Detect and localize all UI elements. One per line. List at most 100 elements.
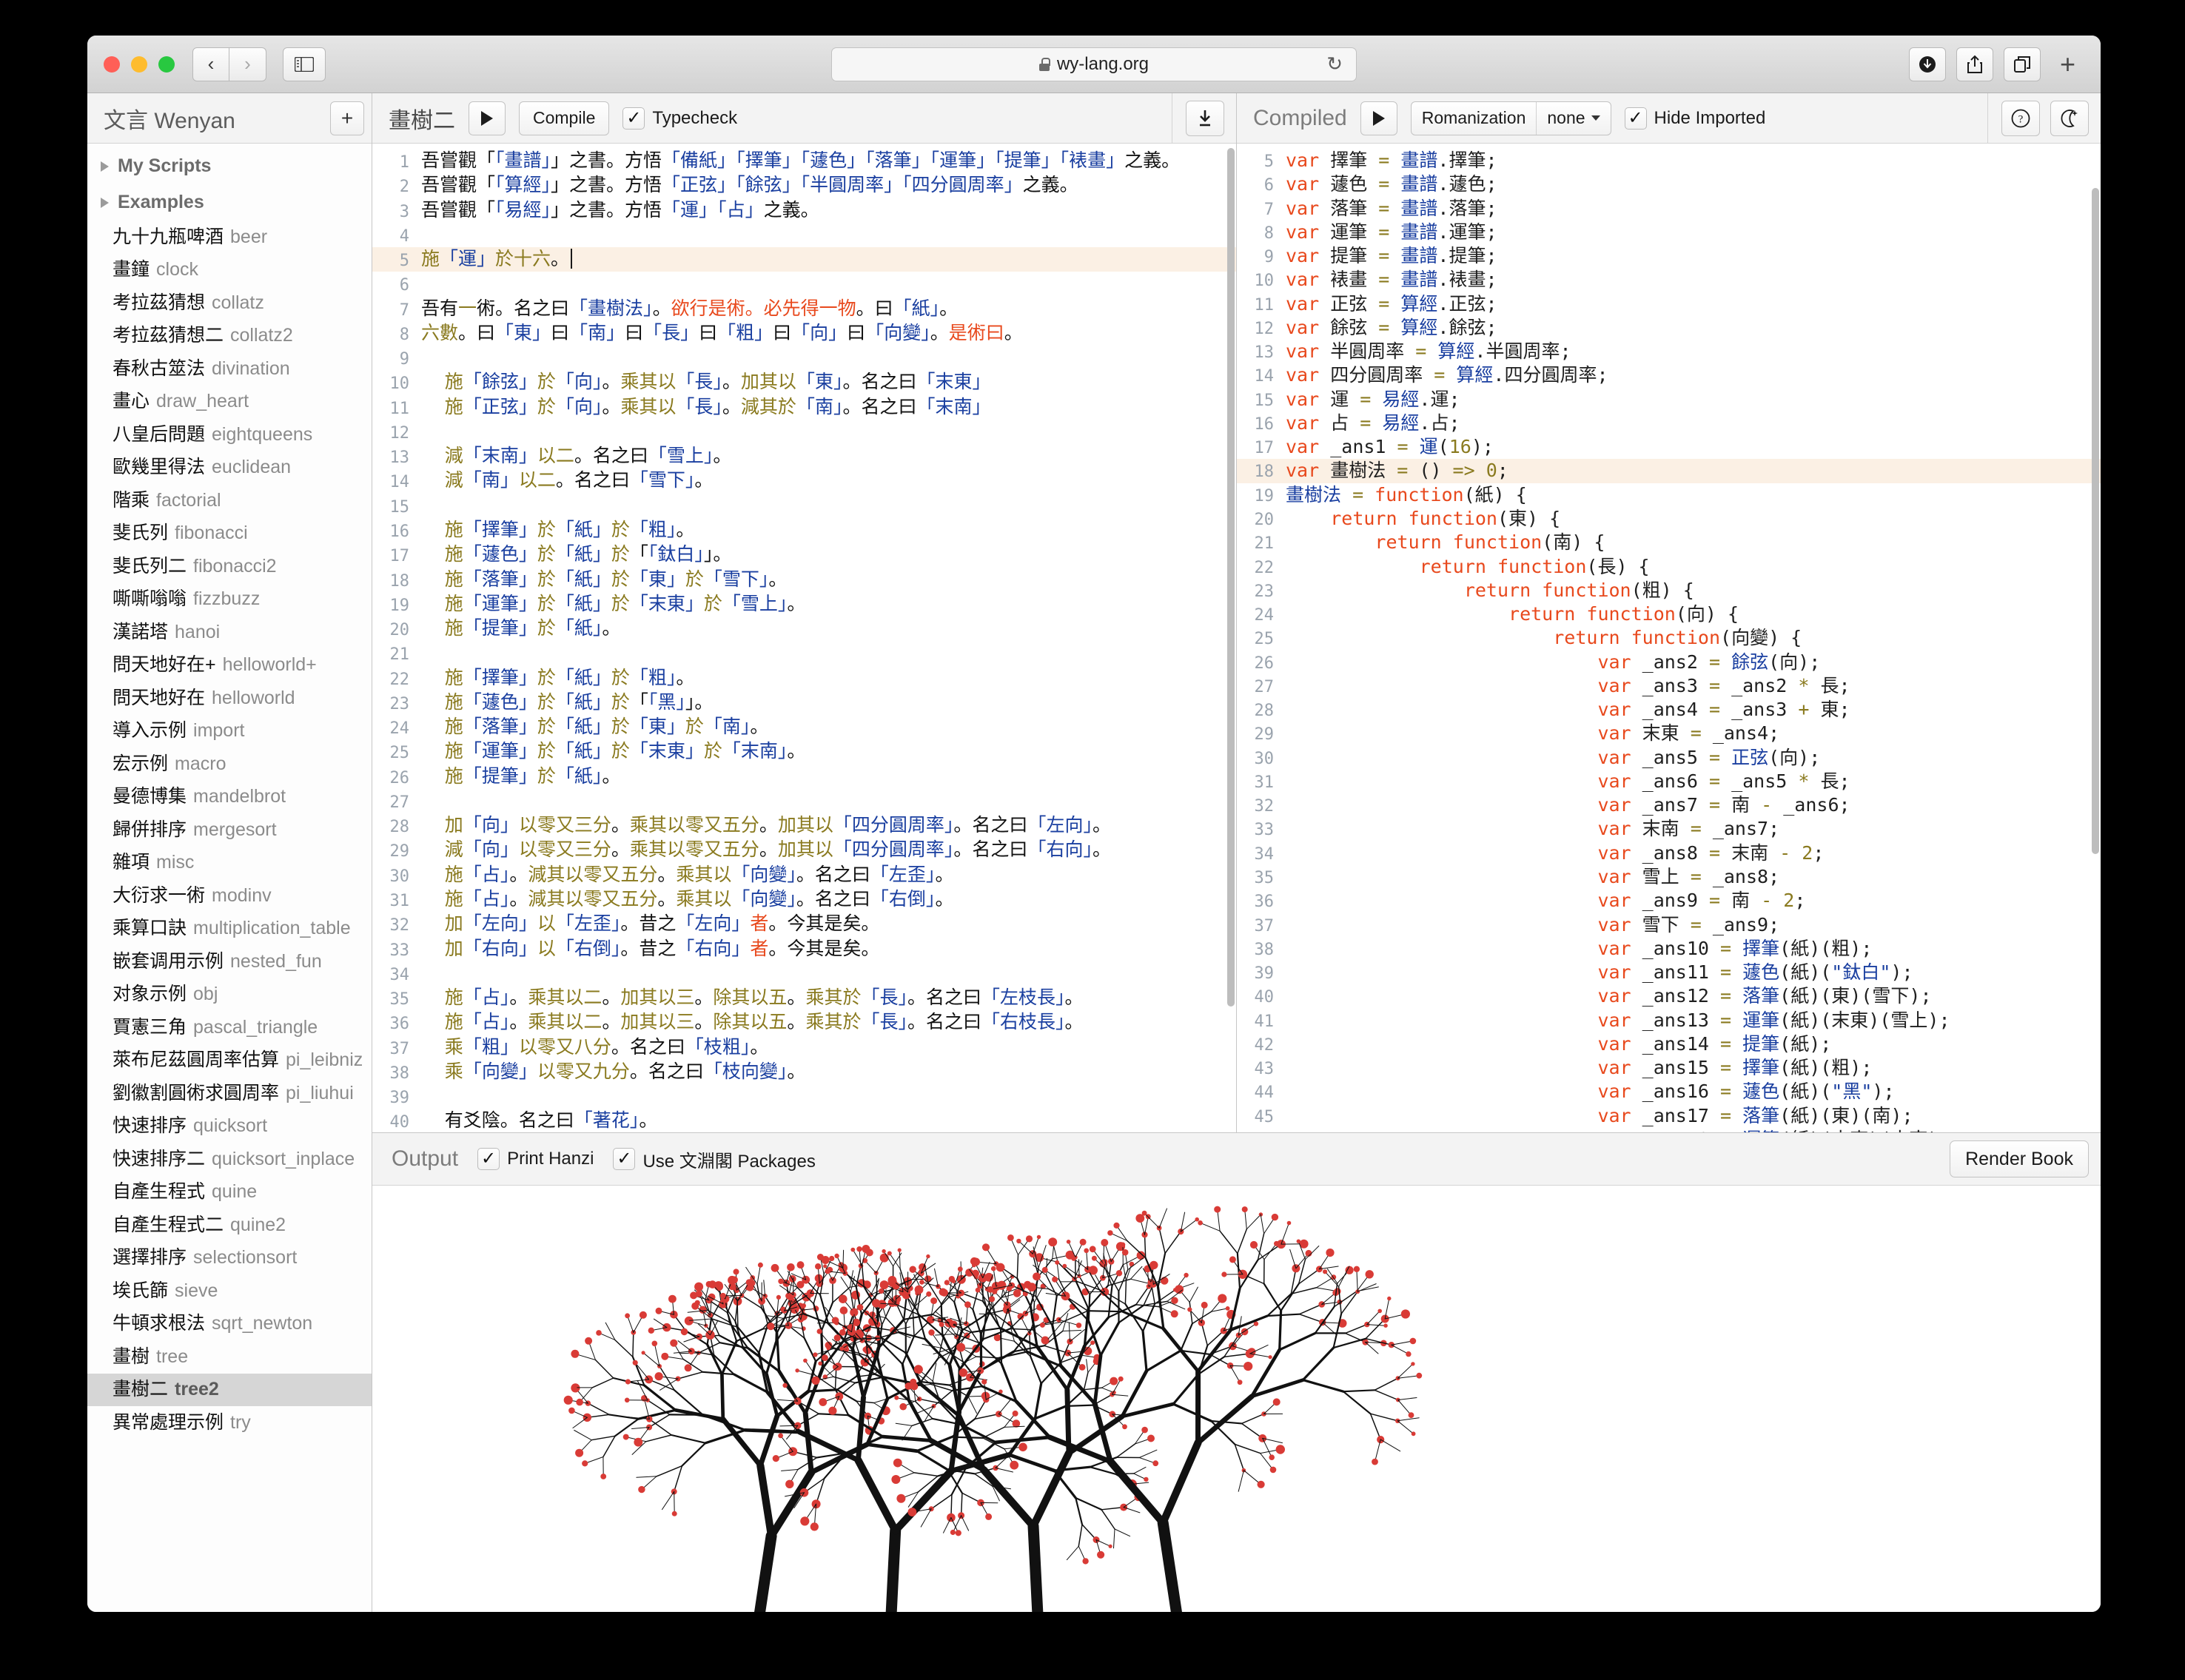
- run-editor-button[interactable]: [469, 101, 506, 135]
- code-line[interactable]: 11 施「正弦」於「向」。乘其以「長」。減其於「南」。名之曰「末南」: [372, 395, 1236, 420]
- code-line[interactable]: 5 var 擇筆 = 畫譜.擇筆;: [1237, 149, 2101, 172]
- sidebar-item-clock[interactable]: 畫鐘 clock: [87, 254, 372, 287]
- print-hanzi-checkbox[interactable]: ✓: [477, 1148, 500, 1170]
- code-line[interactable]: 27 var _ans3 = _ans2 * 長;: [1237, 674, 2101, 698]
- code-line[interactable]: 9: [372, 346, 1236, 370]
- sidebar-item-draw-heart[interactable]: 畫心 draw_heart: [87, 386, 372, 419]
- code-line[interactable]: 18 施「落筆」於「紙」於「東」於「雪下」。: [372, 568, 1236, 592]
- help-icon[interactable]: ?: [2001, 100, 2040, 136]
- code-line[interactable]: 9 var 提筆 = 畫譜.提筆;: [1237, 244, 2101, 268]
- close-window-button[interactable]: [104, 56, 120, 73]
- code-line[interactable]: 42 var _ans14 = 提筆(紙);: [1237, 1032, 2101, 1056]
- run-compiled-button[interactable]: [1360, 101, 1397, 135]
- compiled-scrollbar[interactable]: [2092, 144, 2099, 1132]
- render-book-button[interactable]: Render Book: [1950, 1140, 2089, 1177]
- code-line[interactable]: 20 return function(東) {: [1237, 507, 2101, 531]
- sidebar-item-sieve[interactable]: 埃氏篩 sieve: [87, 1274, 372, 1308]
- sidebar-item-nested-fun[interactable]: 嵌套调用示例 nested_fun: [87, 945, 372, 978]
- typecheck-checkbox[interactable]: ✓: [622, 107, 645, 130]
- code-line[interactable]: 30 var _ans5 = 正弦(向);: [1237, 746, 2101, 770]
- code-line[interactable]: 35 var 雪上 = _ans8;: [1237, 865, 2101, 889]
- back-button[interactable]: ‹: [192, 47, 229, 81]
- code-line[interactable]: 36 施「占」。乘其以二。加其以三。除其以五。乘其於「長」。名之曰「右枝長」。: [372, 1010, 1236, 1035]
- code-line[interactable]: 43 var _ans15 = 擇筆(紙)(粗);: [1237, 1056, 2101, 1080]
- download-icon[interactable]: [1186, 100, 1224, 136]
- sidebar-item-eightqueens[interactable]: 八皇后問題 eightqueens: [87, 418, 372, 451]
- sidebar-group-examples[interactable]: Examples: [87, 184, 372, 221]
- sidebar-item-tree2[interactable]: 畫樹二 tree2: [87, 1373, 372, 1406]
- code-line[interactable]: 39 var _ans11 = 蘧色(紙)("鈦白");: [1237, 961, 2101, 984]
- code-line[interactable]: 7 var 落筆 = 畫譜.落筆;: [1237, 197, 2101, 221]
- code-line[interactable]: 13 var 半圓周率 = 算經.半圓周率;: [1237, 340, 2101, 363]
- code-line[interactable]: 40 var _ans12 = 落筆(紙)(東)(雪下);: [1237, 984, 2101, 1008]
- code-line[interactable]: 37 乘「粗」以零又八分。名之曰「枝粗」。: [372, 1035, 1236, 1060]
- forward-button[interactable]: ›: [229, 47, 266, 81]
- code-line[interactable]: 38 var _ans10 = 擇筆(紙)(粗);: [1237, 937, 2101, 961]
- code-line[interactable]: 39: [372, 1084, 1236, 1109]
- maximize-window-button[interactable]: [158, 56, 175, 73]
- code-line[interactable]: 28 加「向」以零又三分。乘其以零又五分。加其以「四分圓周率」。名之曰「左向」。: [372, 813, 1236, 838]
- sidebar-item-selectionsort[interactable]: 選擇排序 selectionsort: [87, 1242, 372, 1275]
- code-line[interactable]: 31 施「占」。減其以零又五分。乘其以「向變」。名之曰「右倒」。: [372, 887, 1236, 912]
- sidebar-item-try[interactable]: 異常處理示例 try: [87, 1406, 372, 1439]
- code-line[interactable]: 41 var _ans13 = 運筆(紙)(末東)(雪上);: [1237, 1009, 2101, 1032]
- sidebar-item-quicksort-inplace[interactable]: 快速排序二 quicksort_inplace: [87, 1143, 372, 1176]
- sidebar-group-my-scripts[interactable]: My Scripts: [87, 148, 372, 184]
- code-line[interactable]: 38 乘「向變」以零又九分。名之曰「枝向變」。: [372, 1060, 1236, 1084]
- reload-icon[interactable]: ↻: [1326, 53, 1343, 75]
- code-line[interactable]: 33 var 末南 = _ans7;: [1237, 817, 2101, 841]
- compiled-code-area[interactable]: 5 var 擇筆 = 畫譜.擇筆; 6 var 蘧色 = 畫譜.蘧色; 7 var 落筆 …: [1237, 144, 2101, 1132]
- code-line[interactable]: 16 var 占 = 易經.占;: [1237, 411, 2101, 435]
- code-line[interactable]: 30 施「占」。減其以零又五分。乘其以「向變」。名之曰「左歪」。: [372, 863, 1236, 887]
- sidebar-item-fizzbuzz[interactable]: 嘶嘶嗡嗡 fizzbuzz: [87, 583, 372, 616]
- compile-button[interactable]: Compile: [519, 101, 610, 135]
- sidebar-item-quine[interactable]: 自產生程式 quine: [87, 1176, 372, 1209]
- code-line[interactable]: 21 return function(南) {: [1237, 531, 2101, 554]
- code-line[interactable]: 46 var _ans18 = 運筆(紙)(末東)(末南);: [1237, 1128, 2101, 1132]
- code-line[interactable]: 6 var 蘧色 = 畫譜.蘧色;: [1237, 172, 2101, 196]
- code-line[interactable]: 27: [372, 789, 1236, 813]
- sidebar-item-helloworld-[interactable]: 問天地好在+ helloworld+: [87, 649, 372, 682]
- address-bar[interactable]: wy-lang.org ↻: [831, 47, 1357, 81]
- script-list[interactable]: My Scripts Examples 九十九瓶啤酒 beer 畫鐘 clock 考拉茲猜想…: [87, 144, 372, 1612]
- code-line[interactable]: 16 施「擇筆」於「紙」於「粗」。: [372, 518, 1236, 542]
- code-line[interactable]: 40 有爻陰。名之曰「著花」。: [372, 1109, 1236, 1132]
- code-line[interactable]: 11 var 正弦 = 算經.正弦;: [1237, 292, 2101, 316]
- code-line[interactable]: 44 var _ans16 = 蘧色(紙)("黑");: [1237, 1080, 2101, 1103]
- code-line[interactable]: 12: [372, 420, 1236, 444]
- code-line[interactable]: 21: [372, 641, 1236, 665]
- code-line[interactable]: 18 var 畫樹法 = () => 0;: [1237, 459, 2101, 483]
- code-line[interactable]: 29 var 末東 = _ans4;: [1237, 722, 2101, 745]
- code-line[interactable]: 36 var _ans9 = 南 - 2;: [1237, 889, 2101, 913]
- typecheck-toggle[interactable]: ✓ Typecheck: [622, 107, 737, 130]
- sidebar-item-hanoi[interactable]: 漢諾塔 hanoi: [87, 616, 372, 649]
- code-line[interactable]: 19 畫樹法 = function(紙) {: [1237, 483, 2101, 507]
- add-script-button[interactable]: +: [330, 101, 364, 135]
- tab-overview-icon[interactable]: [2003, 47, 2041, 81]
- code-line[interactable]: 23 施「蘧色」於「紙」於「「黑」」。: [372, 691, 1236, 715]
- editor-lines[interactable]: 1 吾嘗觀「「畫譜」」之書。方悟「備紙」「擇筆」「蘧色」「落筆」「運筆」「提筆」「…: [372, 144, 1236, 1132]
- sidebar-item-quicksort[interactable]: 快速排序 quicksort: [87, 1110, 372, 1143]
- moon-icon[interactable]: [2050, 100, 2089, 136]
- code-line[interactable]: 22 施「擇筆」於「紙」於「粗」。: [372, 666, 1236, 691]
- code-line[interactable]: 34: [372, 961, 1236, 986]
- code-line[interactable]: 32 var _ans7 = 南 - _ans6;: [1237, 793, 2101, 817]
- code-line[interactable]: 10 施「餘弦」於「向」。乘其以「長」。加其以「東」。名之曰「末東」: [372, 370, 1236, 394]
- share-icon[interactable]: [1956, 47, 1993, 81]
- code-line[interactable]: 2 吾嘗觀「「算經」」之書。方悟「正弦」「餘弦」「半圓周率」「四分圓周率」之義。: [372, 173, 1236, 198]
- sidebar-item-fibonacci[interactable]: 斐氏列 fibonacci: [87, 517, 372, 551]
- code-line[interactable]: 14 var 四分圓周率 = 算經.四分圓周率;: [1237, 363, 2101, 387]
- code-line[interactable]: 37 var 雪下 = _ans9;: [1237, 913, 2101, 937]
- code-line[interactable]: 17 var _ans1 = 運(16);: [1237, 435, 2101, 459]
- sidebar-item-divination[interactable]: 春秋古筮法 divination: [87, 352, 372, 386]
- romanization-select[interactable]: Romanization none: [1410, 101, 1611, 135]
- sidebar-item-fibonacci2[interactable]: 斐氏列二 fibonacci2: [87, 550, 372, 583]
- code-line[interactable]: 13 減「末南」以二。名之曰「雪上」。: [372, 444, 1236, 468]
- code-line[interactable]: 26 var _ans2 = 餘弦(向);: [1237, 651, 2101, 674]
- sidebar-item-pascal-triangle[interactable]: 賈憲三角 pascal_triangle: [87, 1011, 372, 1044]
- sidebar-item-helloworld[interactable]: 問天地好在 helloworld: [87, 682, 372, 715]
- hide-imported-toggle[interactable]: ✓ Hide Imported: [1624, 107, 1765, 130]
- code-line[interactable]: 15 var 運 = 易經.運;: [1237, 388, 2101, 411]
- sidebar-item-pi-leibniz[interactable]: 萊布尼茲圓周率估算 pi_leibniz: [87, 1044, 372, 1078]
- code-line[interactable]: 22 return function(長) {: [1237, 555, 2101, 579]
